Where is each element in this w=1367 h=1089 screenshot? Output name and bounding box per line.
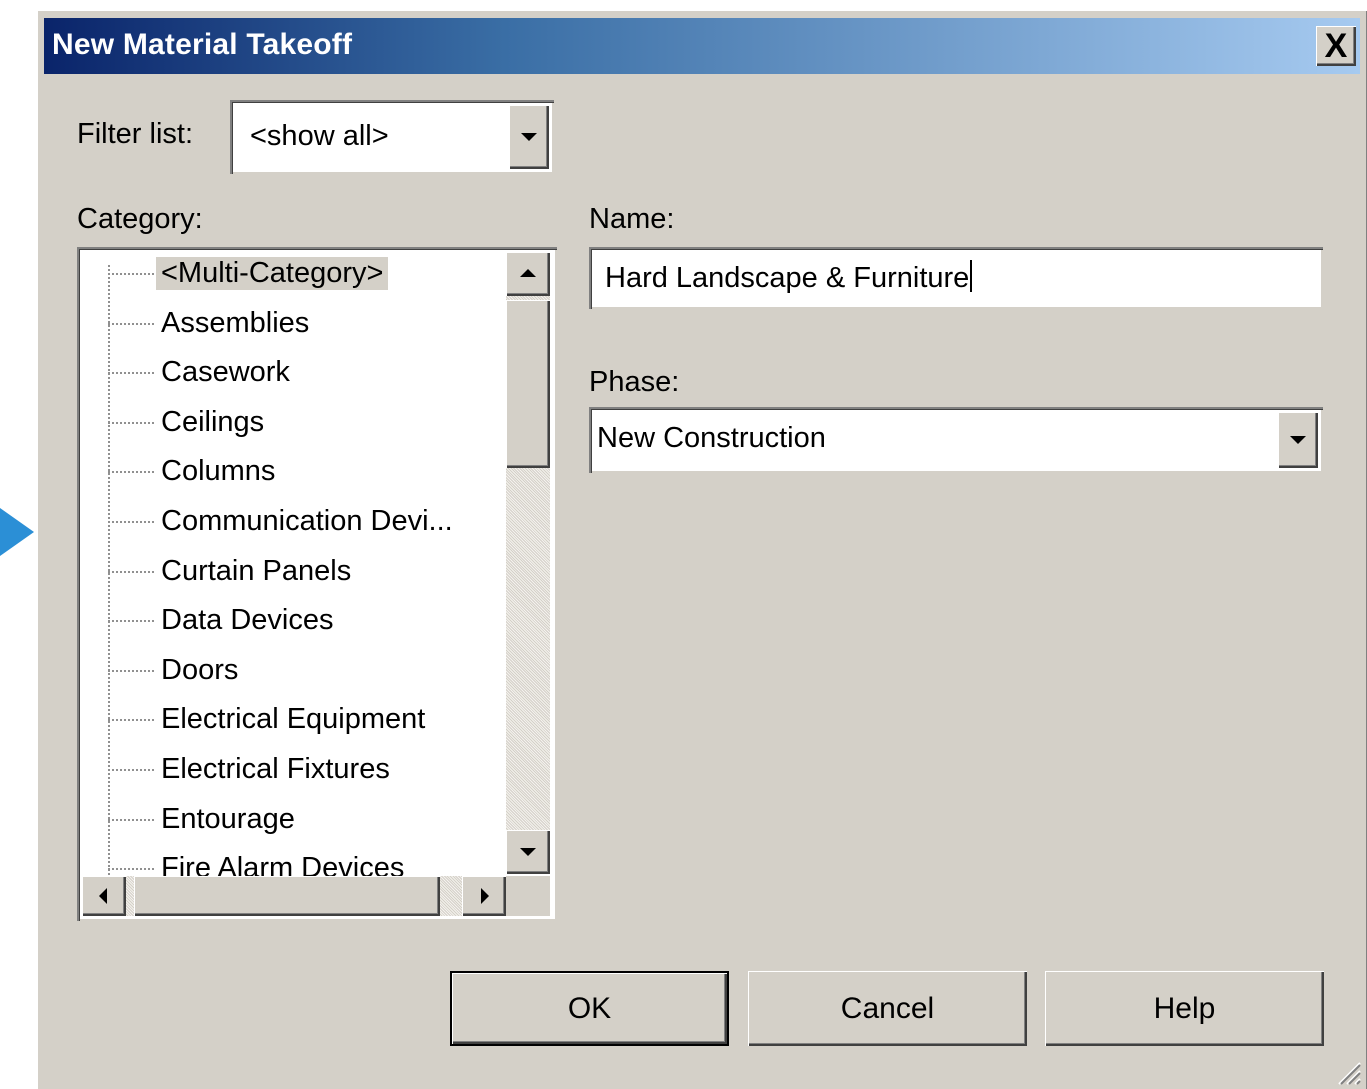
chevron-down-icon bbox=[1290, 436, 1306, 444]
category-tree-item[interactable]: Doors bbox=[108, 648, 548, 692]
category-item-label: Ceilings bbox=[161, 405, 265, 438]
scroll-left-button[interactable] bbox=[82, 876, 126, 916]
arrow-left-icon bbox=[99, 888, 107, 904]
category-item-label: Doors bbox=[161, 653, 239, 686]
tree-branch-line bbox=[108, 769, 154, 771]
category-item-label: Curtain Panels bbox=[161, 554, 352, 587]
tree-branch-line bbox=[108, 521, 154, 523]
category-item-label: Entourage bbox=[161, 802, 295, 835]
scroll-down-button[interactable] bbox=[506, 830, 550, 874]
help-button[interactable]: Help bbox=[1045, 971, 1324, 1046]
category-tree-item[interactable]: Communication Devi... bbox=[108, 499, 548, 543]
category-tree-item[interactable]: Data Devices bbox=[108, 598, 548, 642]
new-material-takeoff-dialog: New Material Takeoff X Filter list: <sho… bbox=[37, 10, 1367, 1089]
dialog-title: New Material Takeoff bbox=[52, 28, 353, 61]
cancel-button[interactable]: Cancel bbox=[748, 971, 1027, 1046]
category-tree-item[interactable]: Columns bbox=[108, 449, 548, 493]
category-item-label: Electrical Equipment bbox=[161, 703, 426, 736]
category-item-label: Communication Devi... bbox=[161, 505, 453, 537]
category-tree-item[interactable]: <Multi-Category> bbox=[108, 251, 548, 295]
category-tree-item[interactable]: Assemblies bbox=[108, 301, 548, 345]
filter-list-label: Filter list: bbox=[77, 118, 193, 150]
category-horizontal-scrollbar[interactable] bbox=[82, 876, 506, 916]
category-tree[interactable]: <Multi-Category> Assemblies Casework Ceilin… bbox=[77, 247, 557, 921]
tree-branch-line bbox=[108, 471, 154, 474]
tree-branch-line bbox=[108, 372, 154, 375]
tree-branch-line bbox=[108, 620, 154, 623]
category-item-label: Electrical Fixtures bbox=[161, 753, 390, 785]
tree-branch-line bbox=[108, 570, 154, 573]
category-item-label: <Multi-Category> bbox=[156, 257, 389, 290]
name-label: Name: bbox=[589, 203, 675, 235]
tree-branch-line bbox=[108, 421, 154, 424]
text-caret bbox=[970, 260, 973, 292]
tree-branch-line bbox=[108, 868, 154, 871]
filter-list-dropdown[interactable]: <show all> bbox=[230, 100, 554, 174]
arrow-up-icon bbox=[520, 269, 536, 277]
filter-dropdown-button[interactable] bbox=[509, 105, 549, 169]
tree-branch-line bbox=[108, 322, 154, 325]
name-input[interactable]: Hard Landscape & Furniture bbox=[589, 247, 1323, 309]
category-item-label: Data Devices bbox=[161, 604, 334, 637]
category-item-label: Assemblies bbox=[161, 306, 310, 339]
ok-button[interactable]: OK bbox=[450, 971, 729, 1046]
close-button[interactable]: X bbox=[1316, 26, 1356, 66]
category-tree-item[interactable]: Ceilings bbox=[108, 400, 548, 444]
category-tree-item[interactable]: Electrical Equipment bbox=[108, 697, 548, 741]
chevron-down-icon bbox=[521, 133, 537, 141]
resize-grip-icon[interactable] bbox=[1335, 1059, 1361, 1085]
filter-list-value: <show all> bbox=[250, 120, 389, 152]
category-tree-item[interactable]: Electrical Fixtures bbox=[108, 747, 548, 791]
phase-dropdown-button[interactable] bbox=[1278, 412, 1318, 468]
title-bar[interactable]: New Material Takeoff X bbox=[44, 18, 1360, 74]
close-icon: X bbox=[1324, 27, 1348, 65]
category-label: Category: bbox=[77, 203, 203, 235]
tree-branch-line bbox=[108, 273, 154, 275]
phase-value: New Construction bbox=[597, 422, 826, 454]
tree-branch-line bbox=[108, 719, 154, 722]
category-tree-item[interactable]: Casework bbox=[108, 350, 548, 394]
phase-label: Phase: bbox=[589, 366, 680, 398]
category-item-label: Columns bbox=[161, 455, 276, 488]
tree-branch-line bbox=[108, 818, 154, 821]
tree-branch-line bbox=[108, 669, 154, 672]
scroll-up-button[interactable] bbox=[506, 252, 550, 296]
category-tree-item[interactable]: Curtain Panels bbox=[108, 549, 548, 593]
category-item-label: Casework bbox=[161, 356, 290, 389]
arrow-down-icon bbox=[520, 848, 536, 856]
phase-dropdown[interactable]: New Construction bbox=[589, 407, 1323, 473]
name-input-value: Hard Landscape & Furniture bbox=[605, 260, 973, 295]
category-tree-item[interactable]: Entourage bbox=[108, 797, 548, 841]
scrollbar-corner bbox=[506, 876, 550, 916]
scroll-right-button[interactable] bbox=[462, 876, 506, 916]
horizontal-scroll-thumb[interactable] bbox=[134, 876, 440, 916]
vertical-scroll-thumb[interactable] bbox=[506, 300, 550, 468]
arrow-right-icon bbox=[481, 888, 489, 904]
pointer-arrow-icon bbox=[0, 508, 34, 556]
category-vertical-scrollbar[interactable] bbox=[506, 252, 550, 874]
